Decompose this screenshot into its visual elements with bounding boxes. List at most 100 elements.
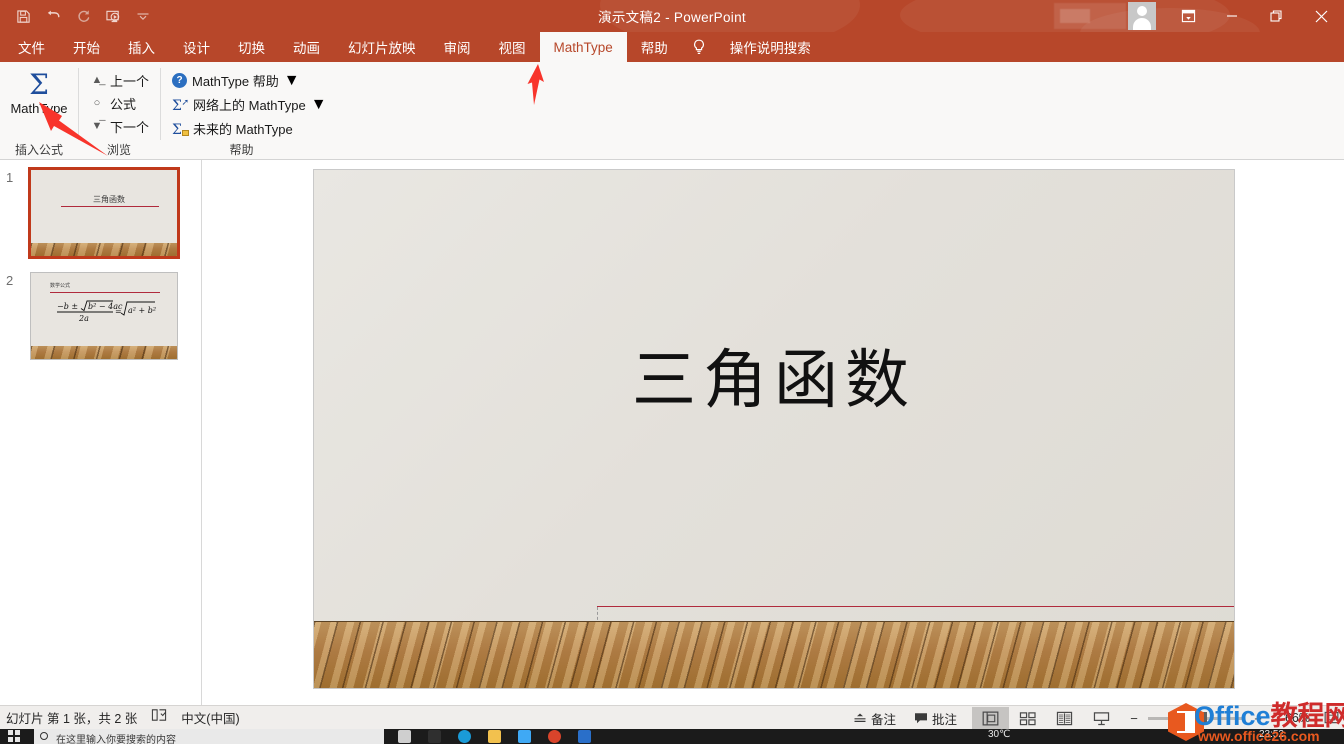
ribbon-tab-strip: 文件 开始 插入 设计 切换 动画 幻灯片放映 审阅 视图 MathType 帮…	[0, 32, 1344, 62]
group-label-help: 帮助	[160, 141, 323, 158]
mathtype-on-the-web-button[interactable]: Σ➚ 网络上的 MathType ▼	[168, 93, 331, 116]
tab-home[interactable]: 开始	[59, 32, 114, 62]
slide-show-view-button[interactable]	[1083, 707, 1120, 729]
fit-slide-to-window-button[interactable]	[1318, 707, 1344, 729]
slide-canvas[interactable]: 三角函数 单击此处添加副标题	[314, 170, 1234, 688]
svg-text:=: =	[115, 307, 122, 316]
chevron-down-icon[interactable]: ▼	[284, 72, 300, 90]
mathtype-insert-equation-button[interactable]: Σ MathType	[8, 67, 70, 116]
accessibility-checker-icon[interactable]	[151, 708, 167, 727]
tab-design[interactable]: 设计	[169, 32, 224, 62]
title-bar: 演示文稿2 - PowerPoint 共享	[0, 0, 1344, 32]
cortana-icon[interactable]	[428, 730, 441, 743]
slide-counter: 幻灯片 第 1 张，共 2 张	[6, 708, 137, 727]
taskbar-search-box[interactable]: 在这里输入你要搜索的内容	[34, 729, 384, 744]
lightbulb-icon[interactable]	[682, 32, 716, 62]
mathtype-help-button[interactable]: ? MathType 帮助 ▼	[168, 69, 331, 92]
tab-insert[interactable]: 插入	[114, 32, 169, 62]
avatar[interactable]	[1128, 2, 1156, 30]
notes-button[interactable]: 备注	[844, 706, 905, 730]
zoom-slider-knob[interactable]	[1202, 712, 1207, 725]
taskbar-clock[interactable]: 23:52	[1259, 729, 1284, 740]
account-name-blurred	[1054, 3, 1126, 29]
sigma-icon: Σ	[29, 71, 49, 99]
comments-button[interactable]: 批注	[905, 706, 966, 730]
group-label-insert-equation: 插入公式	[0, 141, 78, 158]
app-icon-blue[interactable]	[578, 730, 591, 743]
close-button[interactable]	[1298, 0, 1344, 32]
file-explorer-icon[interactable]	[488, 730, 501, 743]
tab-view[interactable]: 视图	[485, 32, 540, 62]
zoom-out-button[interactable]: −	[1128, 711, 1140, 726]
tab-review[interactable]: 审阅	[430, 32, 485, 62]
slide-editing-stage[interactable]: 三角函数 单击此处添加副标题	[202, 160, 1344, 705]
edge-icon[interactable]	[458, 730, 471, 743]
future-mathtype-button[interactable]: Σ 未来的 MathType	[168, 117, 331, 140]
slide-title-text[interactable]: 三角函数	[432, 348, 1116, 415]
tab-file[interactable]: 文件	[4, 32, 59, 62]
taskbar-pinned-icons[interactable]	[398, 729, 591, 744]
taskbar-weather[interactable]: 30℃	[988, 729, 1010, 740]
window-controls	[1054, 0, 1344, 32]
quick-access-toolbar[interactable]	[8, 0, 158, 32]
customize-qat-icon[interactable]	[128, 2, 158, 30]
minimize-button[interactable]	[1210, 0, 1254, 32]
reading-view-button[interactable]	[1046, 707, 1083, 729]
svg-text:−b ±: −b ±	[57, 302, 78, 311]
mathtype-button-label: MathType	[10, 101, 67, 116]
tab-animations[interactable]: 动画	[279, 32, 334, 62]
store-icon[interactable]	[518, 730, 531, 743]
undo-icon[interactable]	[38, 2, 68, 30]
comments-label: 批注	[932, 709, 957, 728]
tab-help[interactable]: 帮助	[627, 32, 682, 62]
ribbon-display-options-icon[interactable]	[1166, 0, 1210, 32]
language-indicator[interactable]: 中文(中国)	[181, 708, 239, 727]
thumbnail-number-2: 2	[6, 273, 13, 288]
zoom-slider-track[interactable]	[1148, 717, 1244, 720]
start-slideshow-icon[interactable]	[98, 2, 128, 30]
thumbnail-2-floor	[31, 346, 177, 359]
thumbnail-1-title: 三角函数	[59, 194, 159, 205]
tab-slideshow[interactable]: 幻灯片放映	[334, 32, 430, 62]
normal-view-button[interactable]	[972, 707, 1009, 729]
slide-sorter-view-button[interactable]	[1009, 707, 1046, 729]
tab-transitions[interactable]: 切换	[224, 32, 279, 62]
thumbnail-slide-1[interactable]: 三角函数	[31, 170, 177, 256]
svg-text:a² + b²: a² + b²	[128, 306, 156, 315]
browse-next-button[interactable]: ▼̅ 下一个	[86, 115, 153, 137]
thumbnail-2-title: 数学公式	[50, 282, 70, 289]
sigma-lock-icon: Σ	[172, 121, 188, 136]
powerpoint-window: 演示文稿2 - PowerPoint 共享 文件 开始	[0, 0, 1344, 744]
zoom-level-label: 66%	[1272, 711, 1310, 725]
save-icon[interactable]	[8, 2, 38, 30]
question-circle-icon: ?	[172, 73, 187, 88]
browse-equation-label: 公式	[110, 94, 136, 113]
search-icon	[40, 732, 48, 740]
thumbnail-1-floor	[31, 243, 177, 256]
tell-me-search[interactable]: 操作说明搜索	[716, 32, 825, 62]
start-button-icon[interactable]	[8, 730, 20, 742]
tab-mathtype[interactable]: MathType	[540, 32, 627, 62]
thumbnail-number-1: 1	[6, 170, 13, 185]
mathtype-on-the-web-label: 网络上的 MathType	[193, 95, 306, 114]
thumbnail-slide-2[interactable]: 数学公式 −b ± b² − 4ac 2a = a² + b²	[31, 273, 177, 359]
task-view-icon[interactable]	[398, 730, 411, 743]
group-label-browse: 浏览	[78, 141, 160, 158]
chevron-down-icon-2[interactable]: ▼	[311, 96, 327, 114]
ribbon: Σ MathType 插入公式 ▲̲ 上一个 ○ 公式	[0, 62, 1344, 160]
thumbnail-2-equation: −b ± b² − 4ac 2a = a² + b²	[55, 297, 159, 323]
zoom-in-button[interactable]: +	[1252, 711, 1264, 726]
browse-previous-button[interactable]: ▲̲ 上一个	[86, 69, 153, 91]
redo-icon[interactable]	[68, 2, 98, 30]
notes-label: 备注	[871, 709, 896, 728]
app-icon-red[interactable]	[548, 730, 561, 743]
browse-equation-button[interactable]: ○ 公式	[86, 92, 153, 114]
thumbnail-1-rule	[61, 206, 159, 207]
zoom-control[interactable]: − + 66%	[1120, 711, 1318, 726]
restore-button[interactable]	[1254, 0, 1298, 32]
svg-text:2a: 2a	[78, 314, 89, 323]
comment-icon	[914, 712, 928, 724]
windows-taskbar[interactable]: 在这里输入你要搜索的内容 30℃ 23:52	[0, 729, 1344, 744]
notes-icon	[853, 712, 867, 724]
slide-thumbnail-pane[interactable]: 1 三角函数 2 数学公式 −b ± b² − 4ac	[0, 160, 202, 705]
